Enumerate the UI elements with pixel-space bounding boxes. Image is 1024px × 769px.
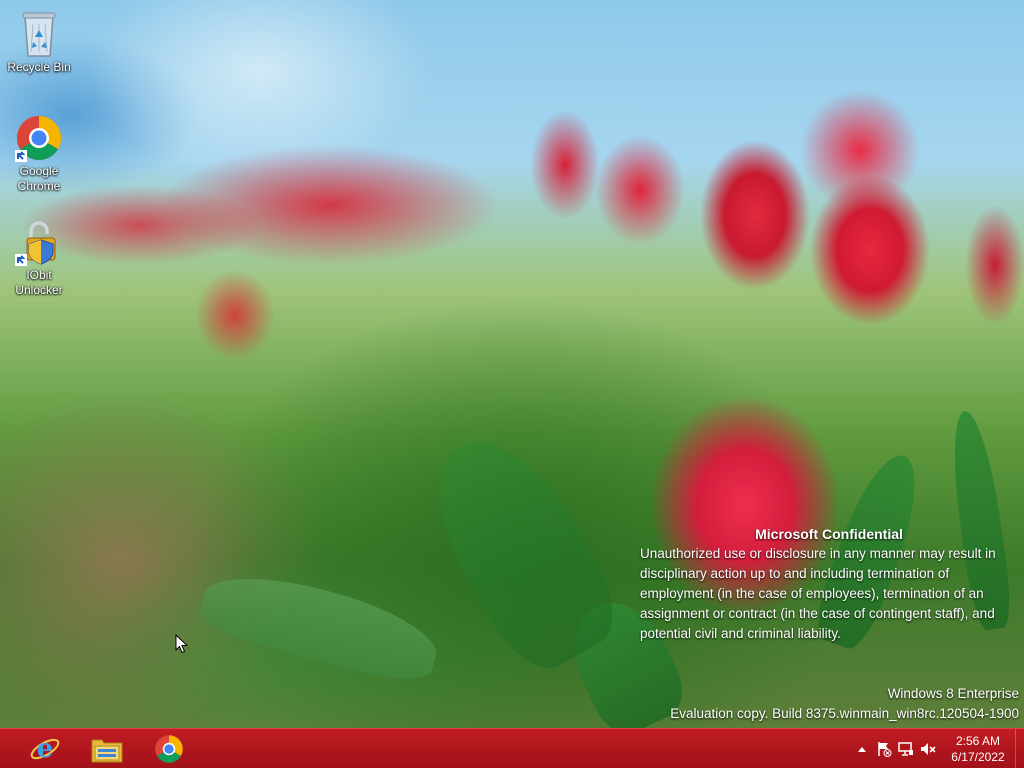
action-center-flag-icon — [878, 742, 892, 757]
taskbar-chrome-button[interactable] — [142, 731, 196, 767]
windows-build: Evaluation copy. Build 8375.winmain_win8… — [670, 706, 1019, 721]
chevron-up-icon — [858, 747, 866, 752]
taskbar-file-explorer-button[interactable] — [80, 731, 134, 767]
wallpaper-leaf — [195, 560, 445, 690]
volume-button[interactable] — [917, 738, 939, 760]
confidential-notice: Microsoft Confidential Unauthorized use … — [640, 524, 1018, 644]
taskbar-clock[interactable]: 2:56 AM 6/17/2022 — [945, 733, 1011, 765]
chrome-icon — [15, 116, 61, 162]
clock-time: 2:56 AM — [955, 734, 1001, 748]
desktop-icon-recycle-bin[interactable]: Recycle Bin — [4, 6, 74, 94]
windows-watermark: Windows 8 Enterprise Evaluation copy. Bu… — [619, 684, 1019, 724]
taskbar: e 2:56 AM 6/17/2022 — [0, 728, 1024, 769]
file-explorer-icon — [91, 739, 123, 763]
action-center-button[interactable] — [873, 738, 895, 760]
network-button[interactable] — [895, 738, 917, 760]
iobit-unlocker-icon — [15, 221, 56, 266]
volume-muted-icon — [921, 743, 936, 755]
network-icon — [898, 742, 913, 756]
internet-explorer-icon: e — [30, 734, 60, 764]
desktop-icon-label: IObit Unlocker — [15, 268, 63, 297]
desktop-icon-label: Recycle Bin — [7, 60, 71, 74]
desktop-icon-google-chrome[interactable]: Google Chrome — [4, 110, 74, 198]
chrome-icon — [155, 735, 183, 763]
svg-text:e: e — [37, 734, 54, 764]
show-hidden-icons-button[interactable] — [851, 738, 873, 760]
clock-date: 6/17/2022 — [951, 750, 1005, 764]
desktop[interactable]: Recycle Bin Google Chrome IObit Unlocker — [0, 0, 1024, 728]
desktop-icon-iobit-unlocker[interactable]: IObit Unlocker — [4, 214, 74, 302]
confidential-notice-title: Microsoft Confidential — [755, 526, 903, 542]
recycle-bin-icon — [22, 12, 56, 57]
confidential-notice-body: Unauthorized use or disclosure in any ma… — [640, 546, 996, 641]
show-desktop-button[interactable] — [1015, 729, 1024, 769]
desktop-icon-label: Google Chrome — [17, 164, 61, 193]
windows-edition: Windows 8 Enterprise — [887, 686, 1019, 701]
taskbar-internet-explorer-button[interactable]: e — [18, 731, 72, 767]
mouse-cursor-icon — [175, 634, 188, 654]
system-tray: 2:56 AM 6/17/2022 — [851, 729, 1024, 769]
